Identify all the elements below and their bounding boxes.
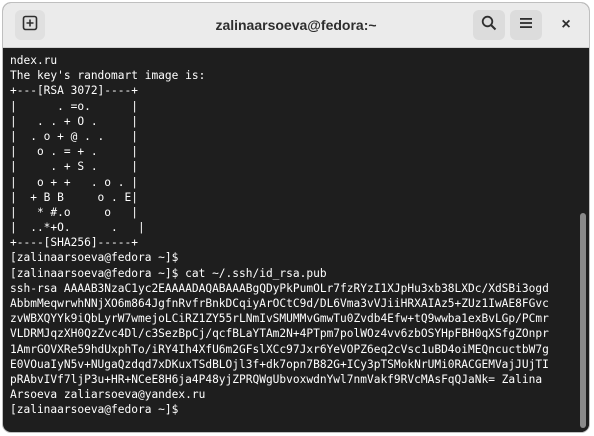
terminal-line: | o + + . o . | [10, 175, 138, 189]
terminal-line: | . o + @ . . | [10, 129, 138, 143]
terminal-line: AbbmMeqwrwhNNjXO6m864JgfnRvfrBnkDCqiyArO… [10, 297, 549, 310]
terminal-line: | ..*+O. . | [10, 221, 145, 235]
terminal-window: zalinaarsoeva@fedora:~ × ndex.ruThe key [3, 3, 589, 432]
terminal-output[interactable]: ndex.ru The key's randomart image is: +---… [3, 48, 575, 432]
terminal-line: zvWBXQYYk9iQbLyrW7wmejoLCiRZ1ZY55rLNmIvS… [10, 312, 549, 326]
terminal-line: | . =o. | [10, 99, 138, 113]
terminal-line: | . . + O . | [10, 114, 138, 128]
search-icon [481, 15, 497, 36]
terminal-line: +---[RSA 3072]----+ [10, 84, 138, 98]
terminal-line: | + B B o . E| [10, 190, 138, 204]
close-button[interactable]: × [553, 10, 579, 40]
terminal-line: pRAbvIVf7ljP3u+HR+NCeE8H6ja4P48yjZPRQWgU… [10, 372, 543, 386]
new-tab-icon [22, 15, 38, 36]
terminal-line: | * #.o o | [10, 205, 138, 219]
terminal-line: The key's randomart image is: [10, 69, 206, 83]
title-bar: zalinaarsoeva@fedora:~ × [3, 3, 589, 48]
scrollbar-thumb[interactable] [580, 213, 586, 428]
new-tab-button[interactable] [15, 10, 45, 40]
terminal-line: ndex.ru [10, 54, 58, 67]
terminal-line: 1AmrGOVXRe59hdUxphTo/iRY4Ih4XfU6m2GFslXC… [10, 342, 549, 356]
terminal-line: VLDRMJqzXH0QzZvc4Dl/c3SezBpCj/qcfBLaYTAm… [10, 327, 549, 341]
terminal-line: +----[SHA256]-----+ [10, 236, 138, 250]
search-button[interactable] [473, 10, 505, 40]
terminal-line: Arsoeva zaliarsoeva@yandex.ru [10, 388, 206, 402]
terminal-line: | . + S . | [10, 160, 138, 174]
terminal-line: [zalinaarsoeva@fedora ~]$ [10, 403, 186, 417]
terminal-line: [zalinaarsoeva@fedora ~]$ cat ~/.ssh/id_… [10, 266, 327, 280]
terminal-line: ssh-rsa AAAAB3NzaC1yc2EAAAADAQABAAABgQDy… [10, 281, 549, 295]
terminal-line: E0VOuaIyN5v+NUgaQzdqd7xDKuxTSdBLOjl3f+dk… [10, 357, 549, 371]
close-icon: × [561, 16, 571, 33]
scrollbar[interactable] [575, 48, 589, 432]
terminal-line: | o . = + . | [10, 145, 138, 159]
terminal-line: [zalinaarsoeva@fedora ~]$ [10, 251, 179, 265]
menu-button[interactable] [510, 10, 542, 40]
hamburger-menu-icon [518, 15, 534, 36]
